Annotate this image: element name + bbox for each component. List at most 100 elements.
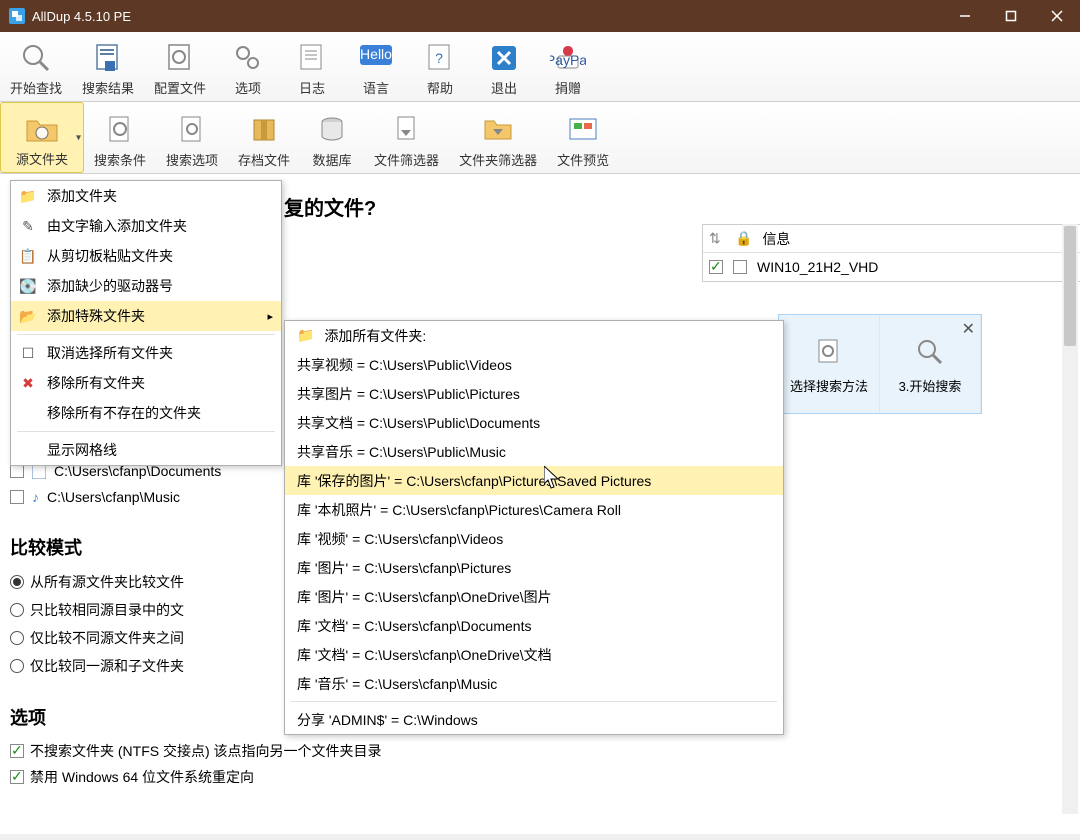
radio-icon	[10, 603, 24, 617]
menu-deselect-all[interactable]: ☐取消选择所有文件夹	[11, 338, 281, 368]
hello-icon: Hello	[358, 40, 394, 76]
search-criteria-button[interactable]: 搜索条件	[84, 102, 156, 173]
magnifier-icon	[914, 334, 946, 370]
help-icon: ?	[423, 40, 457, 76]
svg-text:Hello: Hello	[360, 46, 392, 62]
folder-lens-icon	[23, 111, 61, 147]
folder-funnel-icon	[481, 112, 515, 148]
menu-paste-clipboard[interactable]: 📋从剪切板粘贴文件夹	[11, 241, 281, 271]
file-filter-button[interactable]: 文件筛选器	[364, 102, 449, 173]
special-folder-icon: 📂	[19, 308, 37, 325]
submenu-item[interactable]: 库 '图片' = C:\Users\cfanp\Pictures	[285, 553, 783, 582]
info-row-text: WIN10_21H2_VHD	[757, 259, 878, 275]
archive-icon	[248, 112, 280, 148]
submenu-item[interactable]: 共享视频 = C:\Users\Public\Videos	[285, 350, 783, 379]
submenu-item[interactable]: 库 '文档' = C:\Users\cfanp\OneDrive\文档	[285, 640, 783, 669]
submenu-item[interactable]: 共享图片 = C:\Users\Public\Pictures	[285, 379, 783, 408]
start-search-button[interactable]: 开始查找	[0, 32, 72, 101]
config-file-button[interactable]: 配置文件	[144, 32, 216, 101]
folder-add-icon: 📁	[297, 327, 314, 344]
file-funnel-icon	[391, 112, 423, 148]
magnifier-icon	[19, 40, 53, 76]
close-button[interactable]	[1034, 0, 1080, 32]
options-button[interactable]: 选项	[216, 32, 280, 101]
overview-panel: 选择搜索方法 3.开始搜索 ✕	[778, 314, 982, 414]
option-disable-wow64-redirect[interactable]: 禁用 Windows 64 位文件系统重定向	[10, 764, 382, 790]
list-item[interactable]: ♪ C:\Users\cfanp\Music	[10, 484, 221, 510]
menu-separator	[17, 334, 275, 335]
svg-text:PayPal: PayPal	[550, 52, 586, 68]
app-icon	[8, 7, 26, 25]
submenu-item[interactable]: 库 '文档' = C:\Users\cfanp\Documents	[285, 611, 783, 640]
submenu-item[interactable]: 库 '视频' = C:\Users\cfanp\Videos	[285, 524, 783, 553]
chevron-down-icon: ▾	[76, 132, 81, 143]
archive-files-button[interactable]: 存档文件	[228, 102, 300, 173]
menu-add-from-text[interactable]: ✎由文字输入添加文件夹	[11, 211, 281, 241]
compare-option-2[interactable]: 只比较相同源目录中的文	[10, 596, 184, 624]
help-button[interactable]: ? 帮助	[408, 32, 472, 101]
folder-path: C:\Users\cfanp\Music	[47, 489, 180, 505]
submenu-item[interactable]: 库 '音乐' = C:\Users\cfanp\Music	[285, 669, 783, 698]
submenu-item[interactable]: 库 '图片' = C:\Users\cfanp\OneDrive\图片	[285, 582, 783, 611]
drive-icon: 💽	[19, 278, 37, 295]
sub-toolbar: 源文件夹 ▾ 搜索条件 搜索选项 存档文件 数据库 文件筛选器 文件夹筛选器 文…	[0, 102, 1080, 174]
results-icon	[91, 40, 125, 76]
menu-separator	[17, 431, 275, 432]
file-preview-button[interactable]: 文件预览	[547, 102, 619, 173]
menu-remove-nonexistent[interactable]: 移除所有不存在的文件夹	[11, 398, 281, 428]
compare-option-3[interactable]: 仅比较不同源文件夹之间	[10, 624, 184, 652]
menu-show-gridlines[interactable]: 显示网格线	[11, 435, 281, 465]
overview-step-select-method[interactable]: 选择搜索方法	[779, 315, 880, 413]
gears-icon	[231, 40, 265, 76]
compare-option-4[interactable]: 仅比较同一源和子文件夹	[10, 652, 184, 680]
submenu-header[interactable]: 📁 添加所有文件夹:	[285, 321, 783, 350]
exit-icon	[489, 40, 519, 76]
submenu-item[interactable]: 分享 'ADMIN$' = C:\Windows	[285, 705, 783, 734]
donate-button[interactable]: PayPal 捐赠	[536, 32, 600, 101]
checkbox-icon	[10, 744, 24, 758]
option-skip-ntfs-junction[interactable]: 不搜索文件夹 (NTFS 交接点) 该点指向另一个文件夹目录	[10, 738, 382, 764]
folder-plus-icon: 📁	[19, 188, 37, 205]
special-folder-submenu: 📁 添加所有文件夹: 共享视频 = C:\Users\Public\Videos…	[284, 320, 784, 735]
overview-close-button[interactable]: ✕	[962, 319, 975, 339]
source-folders-button[interactable]: 源文件夹 ▾	[0, 102, 84, 173]
log-button[interactable]: 日志	[280, 32, 344, 101]
search-results-button[interactable]: 搜索结果	[72, 32, 144, 101]
titlebar: AllDup 4.5.10 PE	[0, 0, 1080, 32]
database-button[interactable]: 数据库	[300, 102, 364, 173]
submenu-item[interactable]: 共享音乐 = C:\Users\Public\Music	[285, 437, 783, 466]
main-toolbar: 开始查找 搜索结果 配置文件 选项 日志 Hello 语言 ? 帮助 退出 Pa…	[0, 32, 1080, 102]
submenu-item[interactable]: 库 '本机照片' = C:\Users\cfanp\Pictures\Camer…	[285, 495, 783, 524]
gear-doc-icon	[163, 40, 197, 76]
language-button[interactable]: Hello 语言	[344, 32, 408, 101]
svg-text:?: ?	[435, 50, 443, 66]
submenu-item[interactable]: 库 '保存的图片' = C:\Users\cfanp\Pictures\Save…	[285, 466, 783, 495]
maximize-button[interactable]	[988, 0, 1034, 32]
menu-add-missing-drive[interactable]: 💽添加缺少的驱动器号	[11, 271, 281, 301]
lock-icon: 🔒	[735, 230, 752, 247]
log-icon	[295, 40, 329, 76]
search-options-button[interactable]: 搜索选项	[156, 102, 228, 173]
database-icon	[316, 112, 348, 148]
clipboard-icon: 📋	[19, 248, 37, 265]
compare-option-1[interactable]: 从所有源文件夹比较文件	[10, 568, 184, 596]
heading-fragment: 复的文件?	[284, 192, 376, 221]
doc-lens-icon	[104, 112, 136, 148]
info-table: ⇅ 🔒 信息 + WIN10_21H2_VHD	[702, 224, 1080, 282]
menu-remove-all[interactable]: ✖移除所有文件夹	[11, 368, 281, 398]
folder-checkbox[interactable]	[10, 490, 24, 504]
menu-separator	[291, 701, 777, 702]
folder-checkbox[interactable]	[10, 464, 24, 478]
window-title: AllDup 4.5.10 PE	[32, 9, 942, 24]
radio-icon	[10, 631, 24, 645]
submenu-item[interactable]: 共享文档 = C:\Users\Public\Documents	[285, 408, 783, 437]
music-icon: ♪	[32, 489, 39, 505]
minimize-button[interactable]	[942, 0, 988, 32]
menu-add-special-folder[interactable]: 📂添加特殊文件夹▸	[11, 301, 281, 331]
vertical-scrollbar[interactable]	[1062, 224, 1078, 814]
exit-button[interactable]: 退出	[472, 32, 536, 101]
row-checkbox[interactable]	[709, 260, 723, 274]
folder-filter-button[interactable]: 文件夹筛选器	[449, 102, 547, 173]
menu-add-folder[interactable]: 📁添加文件夹	[11, 181, 281, 211]
row-checkbox-2[interactable]	[733, 260, 747, 274]
